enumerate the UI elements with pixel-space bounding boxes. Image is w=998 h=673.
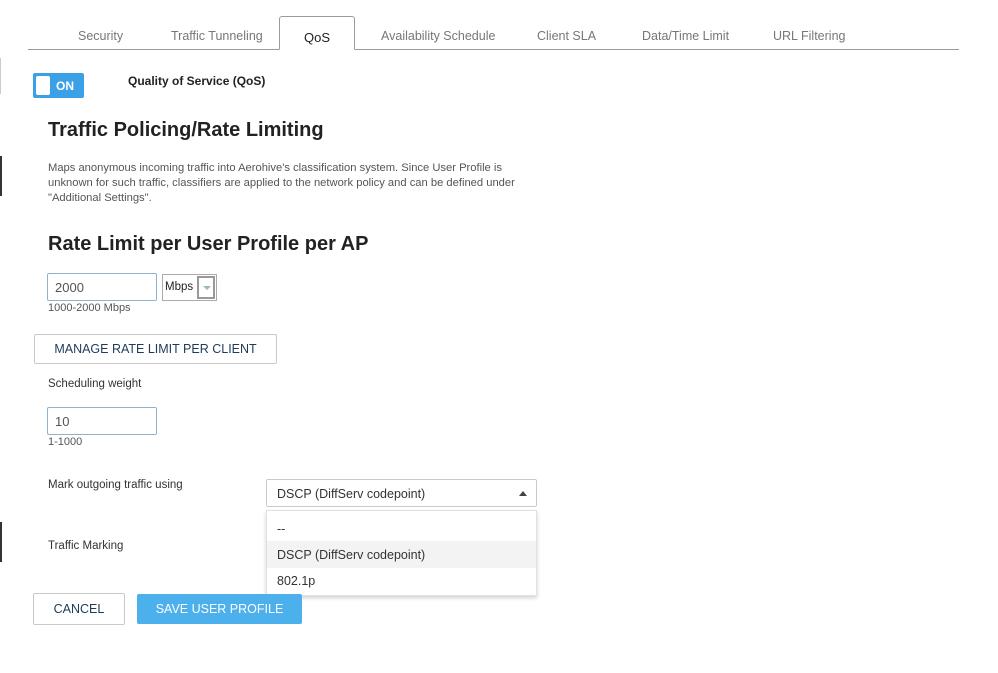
scheduling-weight-hint: 1-1000 xyxy=(48,436,83,448)
scheduling-weight-input[interactable] xyxy=(47,407,157,435)
tab-client-sla[interactable]: Client SLA xyxy=(537,29,596,43)
save-user-profile-button[interactable]: SAVE USER PROFILE xyxy=(137,594,302,624)
traffic-marking-label: Traffic Marking xyxy=(48,540,124,552)
marking-option-8021p[interactable]: 802.1p xyxy=(267,567,536,594)
tab-availability-schedule[interactable]: Availability Schedule xyxy=(381,29,495,43)
rate-unit-value: Mbps xyxy=(165,281,194,293)
marking-option-dscp[interactable]: DSCP (DiffServ codepoint) xyxy=(267,541,536,568)
qos-label: Quality of Service (QoS) xyxy=(128,74,266,88)
left-edge-marker xyxy=(0,522,2,562)
rate-unit-select[interactable]: Mbps xyxy=(162,274,217,301)
rate-limit-heading: Rate Limit per User Profile per AP xyxy=(48,233,369,255)
tab-security[interactable]: Security xyxy=(78,29,123,43)
tab-traffic-tunneling[interactable]: Traffic Tunneling xyxy=(171,29,263,43)
marking-select[interactable]: DSCP (DiffServ codepoint) xyxy=(266,479,537,507)
tab-qos[interactable]: QoS xyxy=(279,16,355,50)
toggle-state-text: ON xyxy=(56,79,74,93)
manage-rate-limit-button[interactable]: MANAGE RATE LIMIT PER CLIENT xyxy=(34,334,277,364)
marking-dropdown-menu: -- DSCP (DiffServ codepoint) 802.1p xyxy=(266,510,537,596)
left-edge-marker xyxy=(0,156,2,196)
tab-url-filtering[interactable]: URL Filtering xyxy=(773,29,845,43)
qos-toggle[interactable]: ON xyxy=(33,73,84,98)
rate-limit-hint: 1000-2000 Mbps xyxy=(48,302,131,314)
toggle-knob xyxy=(36,76,50,95)
scheduling-weight-label: Scheduling weight xyxy=(48,378,142,390)
rate-limit-input[interactable] xyxy=(47,273,157,301)
policing-description: Maps anonymous incoming traffic into Aer… xyxy=(48,162,515,204)
cancel-button[interactable]: CANCEL xyxy=(33,593,125,625)
marking-option-none[interactable]: -- xyxy=(267,515,536,542)
marking-selected-value: DSCP (DiffServ codepoint) xyxy=(277,487,426,501)
policing-heading: Traffic Policing/Rate Limiting xyxy=(48,119,324,141)
tab-bar: Security Traffic Tunneling QoS Availabil… xyxy=(28,16,959,50)
caret-up-icon xyxy=(519,491,527,496)
tab-data-time-limit[interactable]: Data/Time Limit xyxy=(642,29,729,43)
left-edge-marker xyxy=(0,58,1,94)
mark-outgoing-label: Mark outgoing traffic using xyxy=(48,479,183,491)
chevron-down-icon[interactable] xyxy=(197,276,215,299)
